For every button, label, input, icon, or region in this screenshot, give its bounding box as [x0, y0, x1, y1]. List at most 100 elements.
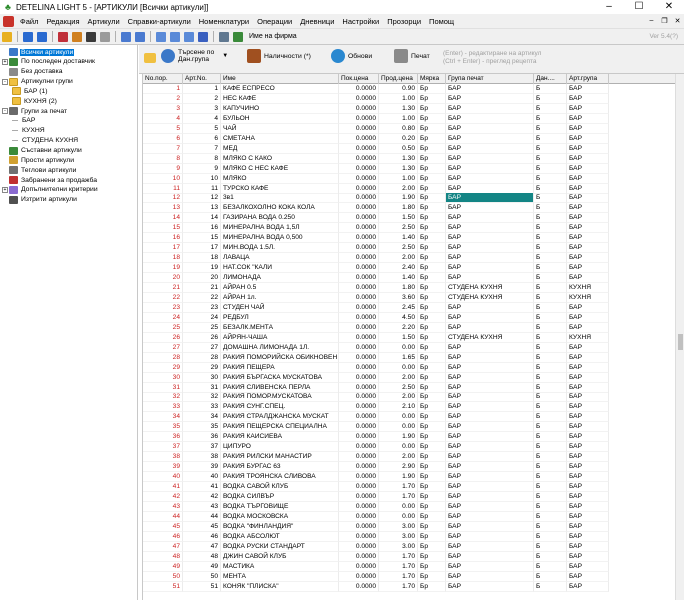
table-row[interactable]: 33 33 РАКИЯ СУНГ.СПЕЦ. 0.0000 2.10 Бр БАР Б БАР [143, 402, 684, 413]
table-row[interactable]: 14 14 ГАЗИРАНА ВОДА 0.250 0.0000 1.50 Бр БАР Б Б… [143, 213, 684, 224]
tools-icon[interactable] [72, 31, 82, 42]
table-row[interactable]: 7 7 МЕД 0.0000 0.50 Бр БАР Б БАР [143, 143, 684, 154]
column-header[interactable]: Група печат [446, 74, 534, 84]
table-row[interactable]: 8 8 МЛЯКО С КАКО 0.0000 1.30 Бр БАР Б БАР [143, 153, 684, 164]
last-record-icon[interactable] [37, 31, 47, 42]
table-row[interactable]: 45 45 ВОДКА "ФИНЛАНДИЯ" 0.0000 3.00 Бр БАР Б БАР [143, 521, 684, 532]
expand-icon[interactable]: + [2, 58, 8, 65]
table-row[interactable]: 24 24 РЕДБУЛ 0.0000 4.50 Бр БАР Б БАР [143, 312, 684, 323]
tree-node[interactable]: КУХНЯ [12, 126, 46, 136]
table-row[interactable]: 38 38 РАКИЯ РИЛСКИ МАНАСТИР 0.0000 2.00 Бр БАР… [143, 452, 684, 463]
tree-node[interactable]: Теглови артикули [2, 165, 77, 175]
notes-icon[interactable] [135, 31, 145, 42]
document-system-icon[interactable] [3, 15, 14, 27]
window-tile-icon[interactable] [156, 31, 166, 42]
table-row[interactable]: 5 5 ЧАЙ 0.0000 0.80 Бр БАР Б БАР [143, 123, 684, 134]
table-row[interactable]: 37 37 ЦИПУРО 0.0000 0.00 Бр БАР Б БАР [143, 442, 684, 453]
table-row[interactable]: 27 27 ДОМАШНА ЛИМОНАДА 1Л. 0.0000 0.00 Бр БАР Б… [143, 342, 684, 353]
collapse-icon[interactable]: - [2, 78, 8, 85]
table-row[interactable]: 19 19 НАТ.СОК "КАЛИ 0.0000 2.40 Бр БАР Б БАР [143, 263, 684, 274]
tree-node[interactable]: Съставни артикули [2, 146, 83, 156]
table-row[interactable]: 28 28 РАКИЯ ПОМОРИЙСКА ОБИКНОВЕН 0.0000 1.65… [143, 352, 684, 363]
tree-node[interactable]: Забранени за продажба [2, 175, 98, 185]
table-row[interactable]: 22 22 АЙРАН 1л. 0.0000 3.60 Бр СТУДЕНА КУХНЯ Б К… [143, 292, 684, 303]
menu-item-6[interactable]: Дневници [296, 14, 338, 29]
table-row[interactable]: 25 25 БЕЗАЛК.МЕНТА 0.0000 2.20 Бр БАР Б БАР [143, 322, 684, 333]
tree-node[interactable]: - Групи за печат [2, 106, 68, 116]
expand-icon[interactable]: + [2, 186, 8, 193]
table-row[interactable]: 11 11 ТУРСКО КАФЕ 0.0000 2.00 Бр БАР Б БАР [143, 183, 684, 194]
menu-item-8[interactable]: Прозорци [383, 14, 425, 29]
table-row[interactable]: 26 26 АЙРЯН-ЧАША 0.0000 1.50 Бр СТУДЕНА КУХНЯ Б… [143, 332, 684, 343]
menu-item-0[interactable]: Файл [16, 14, 42, 29]
vertical-scrollbar[interactable] [675, 74, 684, 600]
calculator-icon[interactable] [86, 31, 96, 42]
lock-icon[interactable] [2, 31, 12, 42]
table-row[interactable]: 10 10 МЛЯКО 0.0000 1.00 Бр БАР Б БАР [143, 173, 684, 184]
menu-item-1[interactable]: Редакция [42, 14, 83, 29]
table-row[interactable]: 30 30 РАКИЯ БЪРГАСКА МУСКАТОВА 0.0000 2.00 Бр… [143, 372, 684, 383]
tree-node[interactable]: БАР [12, 116, 36, 126]
column-header[interactable]: Арт.No. [183, 74, 221, 84]
close-window-icon[interactable] [198, 31, 208, 42]
refresh-button[interactable]: Обнови [331, 49, 372, 63]
table-row[interactable]: 29 29 РАКИЯ ПЕЩЕРА 0.0000 0.00 Бр БАР Б БАР [143, 362, 684, 373]
first-record-icon[interactable] [23, 31, 33, 42]
settings-icon[interactable] [219, 31, 229, 42]
table-row[interactable]: 2 2 НЕС КАФЕ 0.0000 1.00 Бр БАР Б БАР [143, 93, 684, 104]
search-by-group-button[interactable]: Търсене по Дан.група ▼ [161, 49, 228, 63]
column-header[interactable]: Дан.... [534, 74, 567, 84]
table-row[interactable]: 47 47 ВОДКА РУСКИ СТАНДАРТ 0.0000 3.00 Бр БАР Б… [143, 541, 684, 552]
collapse-icon[interactable]: - [2, 108, 8, 115]
tree-node[interactable]: + Допълнителни критерии [2, 185, 99, 195]
minimize-button[interactable]: – [594, 0, 624, 14]
menu-item-9[interactable]: Помощ [425, 14, 458, 29]
window-save-icon[interactable] [184, 31, 194, 42]
table-row[interactable]: 12 12 3в1 0.0000 1.90 Бр БАР Б БАР [143, 193, 684, 204]
tree-node[interactable]: БАР (1) [12, 86, 49, 96]
tree-node[interactable]: Всички артикули [2, 47, 75, 57]
table-row[interactable]: 32 32 РАКИЯ ПОМОР.МУСКАТОВА 0.0000 2.00 Бр БАР… [143, 392, 684, 403]
table-row[interactable]: 36 36 РАКИЯ КАИСИЕВА 0.0000 1.90 Бр БАР Б БАР [143, 432, 684, 443]
table-row[interactable]: 43 43 ВОДКА ТЪРГОВИЩЕ 0.0000 0.00 Бр БАР Б БАР [143, 501, 684, 512]
table-row[interactable]: 1 1 КАФЕ ЕСПРЕСО 0.0000 0.90 Бр БАР Б БАР [143, 84, 684, 94]
table-row[interactable]: 44 44 ВОДКА МОСКОВСКА 0.0000 0.00 Бр БАР Б БАР [143, 511, 684, 522]
column-header[interactable]: Пок.цена [339, 74, 379, 84]
table-row[interactable]: 6 6 СМЕТАНА 0.0000 0.20 Бр БАР Б БАР [143, 133, 684, 144]
table-row[interactable]: 23 23 СТУДЕН ЧАЙ 0.0000 2.45 Бр БАР Б БАР [143, 302, 684, 313]
tree-node[interactable]: КУХНЯ (2) [12, 96, 58, 106]
firm-icon[interactable] [233, 31, 243, 42]
table-row[interactable]: 15 16 МИНЕРАЛНА ВОДА 1,5Л 0.0000 2.50 Бр БАР Б Б… [143, 223, 684, 234]
table-row[interactable]: 20 20 ЛИМОНАДА 0.0000 1.40 Бр БАР Б БАР [143, 273, 684, 284]
open-folder-button[interactable] [144, 53, 159, 63]
print-icon[interactable] [100, 31, 110, 42]
table-row[interactable]: 40 40 РАКИЯ ТРОЯНСКА СЛИВОВА 0.0000 1.90 Бр БА… [143, 472, 684, 483]
table-row[interactable]: 4 4 БУЛЬОН 0.0000 1.00 Бр БАР Б БАР [143, 113, 684, 124]
menu-item-4[interactable]: Номенклатури [195, 14, 253, 29]
table-row[interactable]: 34 34 РАКИЯ СТРАЛДЖАНСКА МУСКАТ 0.0000 0.00 Б… [143, 412, 684, 423]
table-row[interactable]: 48 48 ДЖИН САВОЙ КЛУБ 0.0000 1.70 Бр БАР Б БАР [143, 551, 684, 562]
menu-item-2[interactable]: Артикули [84, 14, 124, 29]
table-row[interactable]: 50 50 МЕНТА 0.0000 1.70 Бр БАР Б БАР [143, 571, 684, 582]
column-header[interactable]: Прод.цена [379, 74, 418, 84]
tree-node[interactable]: - Артикулни групи [2, 77, 74, 87]
menu-item-3[interactable]: Справки-артикули [124, 14, 195, 29]
availability-button[interactable]: Наличности (*) [247, 49, 311, 63]
table-row[interactable]: 42 42 ВОДКА СИЛВЪР 0.0000 1.70 Бр БАР Б БАР [143, 491, 684, 502]
stop-icon[interactable] [58, 31, 68, 42]
table-row[interactable]: 17 17 МИН.ВОДА 1.5Л. 0.0000 2.50 Бр БАР Б БАР [143, 243, 684, 254]
mdi-close-button[interactable]: ✕ [671, 17, 684, 25]
table-row[interactable]: 46 46 ВОДКА АБСОЛЮТ 0.0000 3.00 Бр БАР Б БАР [143, 531, 684, 542]
tree-node[interactable]: СТУДЕНА КУХНЯ [12, 136, 79, 146]
menu-item-7[interactable]: Настройки [338, 14, 383, 29]
maximize-button[interactable]: ☐ [624, 0, 654, 14]
column-header[interactable]: Мярка [418, 74, 446, 84]
table-row[interactable]: 31 31 РАКИЯ СЛИВЕНСКА ПЕРЛА 0.0000 2.50 Бр БАР… [143, 382, 684, 393]
scroll-thumb[interactable] [678, 334, 683, 350]
document-icon[interactable] [121, 31, 131, 42]
table-row[interactable]: 39 39 РАКИЯ БУРГАС 63 0.0000 2.90 Бр БАР Б БАР [143, 462, 684, 473]
menu-item-5[interactable]: Операции [253, 14, 296, 29]
table-row[interactable]: 51 51 КОНЯК "ПЛИСКА" 0.0000 1.70 Бр БАР Б БАР [143, 581, 684, 592]
table-row[interactable]: 49 49 МАСТИКА 0.0000 1.70 Бр БАР Б БАР [143, 561, 684, 572]
tree-node[interactable]: Изтрити артикули [2, 195, 78, 205]
